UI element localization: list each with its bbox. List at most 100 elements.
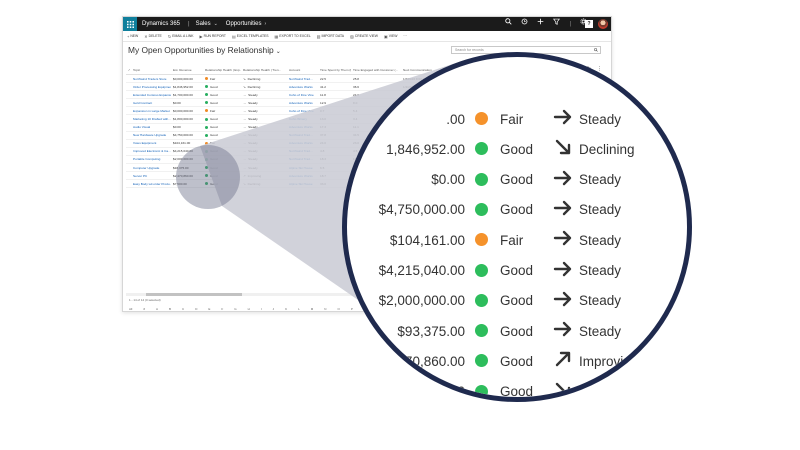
alphabet-filter-item[interactable]: A [156, 307, 158, 311]
product-name[interactable]: Dynamics 365 [142, 21, 180, 27]
alphabet-filter-item[interactable]: All [129, 307, 132, 311]
command-label: EXPORT TO EXCEL [279, 34, 311, 38]
lens-row: $0.00 Good Steady [347, 165, 687, 195]
column-header[interactable]: Est. Revenue [171, 68, 203, 72]
account-link[interactable]: Northwind Trad... [287, 133, 318, 137]
revenue-cell: $0,000,000.00 [173, 108, 193, 113]
column-header[interactable]: Account [287, 68, 318, 72]
trend-arrow-icon: → [243, 125, 247, 130]
topic-link[interactable]: Expansion in Large Market [131, 109, 171, 113]
account-link[interactable]: Alpine Ski House [287, 166, 318, 170]
column-header[interactable]: Topic [131, 68, 171, 72]
alphabet-filter-item[interactable]: G [234, 307, 236, 311]
column-header[interactable]: Time Engaged with Customer (... [351, 68, 401, 72]
command-view-button[interactable]: ▣ VIEW [384, 34, 397, 39]
alphabet-filter-item[interactable]: E [208, 307, 210, 311]
time-spent-cell: 22.5 [320, 76, 327, 81]
alphabet-filter-item[interactable]: D [195, 307, 197, 311]
alphabet-filter-item[interactable]: F [221, 307, 223, 311]
command-email-a-link-button[interactable]: ↻ EMAIL A LINK [168, 34, 194, 39]
account-link[interactable]: Coho of Fine Vine [287, 109, 318, 113]
topic-link[interactable]: Audio Visual [131, 125, 171, 129]
topic-link[interactable]: Portable Computing [131, 157, 171, 161]
grid-header: ✓ Topic Est. Revenue Relationship Health | … [126, 66, 456, 75]
column-header[interactable]: Relationship Health | Exp... [203, 68, 241, 72]
table-row[interactable]: Northwind Traders Store $0,000,000.00 Fair… [126, 75, 456, 84]
topic-link[interactable]: Northwind Traders Store [131, 77, 171, 81]
alphabet-filter-item[interactable]: L [298, 307, 300, 311]
account-link[interactable]: Northwind Trad... [287, 157, 318, 161]
trend-right-arrow-icon [553, 261, 572, 276]
trend-cell: → Steady [241, 166, 287, 170]
command-run-report-button[interactable]: ▶ RUN REPORT [200, 34, 226, 39]
alphabet-filter-item[interactable]: C [182, 307, 184, 311]
account-link[interactable]: Northwind Trad... [287, 77, 318, 81]
avatar[interactable] [598, 19, 608, 29]
account-link[interactable]: Adventure Works [287, 125, 318, 129]
history-icon[interactable] [521, 17, 528, 31]
trend-right-arrow-icon [553, 109, 572, 125]
view-selector[interactable]: My Open Opportunities by Relationship ⌄ [128, 45, 281, 55]
filter-icon[interactable] [553, 17, 561, 31]
revenue-cell: $4,750,000.00 [173, 133, 193, 138]
topic-link[interactable]: New Hardware Upgrade [131, 133, 171, 137]
lens-trend-label: Steady [579, 293, 622, 309]
topic-link[interactable]: Easy Body wit order Produ... [131, 182, 171, 186]
app-launcher-icon[interactable] [123, 17, 137, 31]
account-link[interactable]: Alpine Ski House [287, 182, 318, 186]
command-export-to-excel-button[interactable]: ▦ EXPORT TO EXCEL [275, 34, 311, 39]
health-label: Good [210, 133, 218, 138]
alphabet-filter-item[interactable]: # [143, 307, 145, 311]
alphabet-filter-item[interactable]: B [169, 307, 171, 311]
alphabet-filter-item[interactable]: K [285, 307, 287, 311]
account-link[interactable]: Adventure Works [287, 85, 318, 89]
command-new-button[interactable]: + NEW [127, 34, 138, 39]
topic-link[interactable]: Votes Equipment [131, 141, 171, 145]
command-excel-templates-button[interactable]: ▤ EXCEL TEMPLATES [232, 34, 269, 39]
help-icon[interactable]: ? [585, 20, 593, 28]
area-selector[interactable]: Sales ⌄ [196, 21, 218, 27]
breadcrumb[interactable]: Opportunities › [226, 21, 266, 27]
account-link[interactable]: Coho Winery [287, 117, 318, 121]
lens-revenue: $4,750,000.00 [378, 202, 465, 218]
alphabet-filter-item[interactable]: O [337, 307, 339, 311]
command-more-button[interactable]: ··· [403, 34, 406, 38]
topic-link[interactable]: Gold Contract [131, 101, 171, 105]
revenue-cell: $1,846,952.00 [173, 84, 193, 89]
topic-link[interactable]: Extended Contoso Expansion [131, 93, 171, 97]
topic-link[interactable]: Improved Electronic & Ca... [131, 149, 171, 153]
account-link[interactable]: Coho of Fine Vine [287, 93, 318, 97]
lens-trend-label: Steady [579, 111, 622, 127]
scrollbar-thumb[interactable] [146, 293, 242, 296]
account-link[interactable]: Adventure Works [287, 174, 318, 178]
health-status-icon [475, 202, 488, 216]
column-header[interactable]: Relationship Health | Tren... [241, 68, 287, 72]
account-link[interactable]: Adventure Works [287, 141, 318, 145]
alphabet-filter-item[interactable]: I [261, 307, 262, 311]
account-link[interactable]: Northwind Trad... [287, 149, 318, 153]
command-import-data-button[interactable]: ▧ IMPORT DATA [317, 34, 344, 39]
topic-link[interactable]: Server PC [131, 174, 171, 178]
topic-link[interactable]: Order Processing Equipment [131, 85, 171, 89]
lens-trend-label: Steady [579, 263, 622, 278]
command-create-view-button[interactable]: ▨ CREATE VIEW [350, 34, 378, 39]
alphabet-filter-item[interactable]: N [324, 307, 326, 311]
alphabet-filter-item[interactable]: J [273, 307, 275, 311]
alphabet-filter-item[interactable]: H [248, 307, 250, 311]
search-icon[interactable] [594, 47, 598, 54]
health-status-icon [475, 293, 488, 307]
topic-link[interactable]: Marketing 10 Drafted with... [131, 117, 171, 121]
plus-icon[interactable] [537, 17, 544, 31]
trend-cell: → Steady [241, 101, 287, 105]
revenue-cell: $1,800,000.00 [173, 117, 193, 122]
search-icon[interactable] [505, 17, 513, 31]
trend-label: Steady [248, 149, 258, 154]
trend-label: Declining [247, 181, 261, 186]
alphabet-filter-item[interactable]: M [311, 307, 314, 311]
command-delete-button[interactable]: ✕ DELETE [144, 34, 162, 39]
revenue-cell: $104,161.00 [173, 141, 191, 146]
topic-link[interactable]: Computer Upgrade [131, 166, 171, 170]
account-link[interactable]: Adventure Works [287, 101, 318, 105]
column-header[interactable]: Time Spent by Them (H... [318, 68, 351, 72]
trend-right-arrow-icon [553, 321, 572, 337]
